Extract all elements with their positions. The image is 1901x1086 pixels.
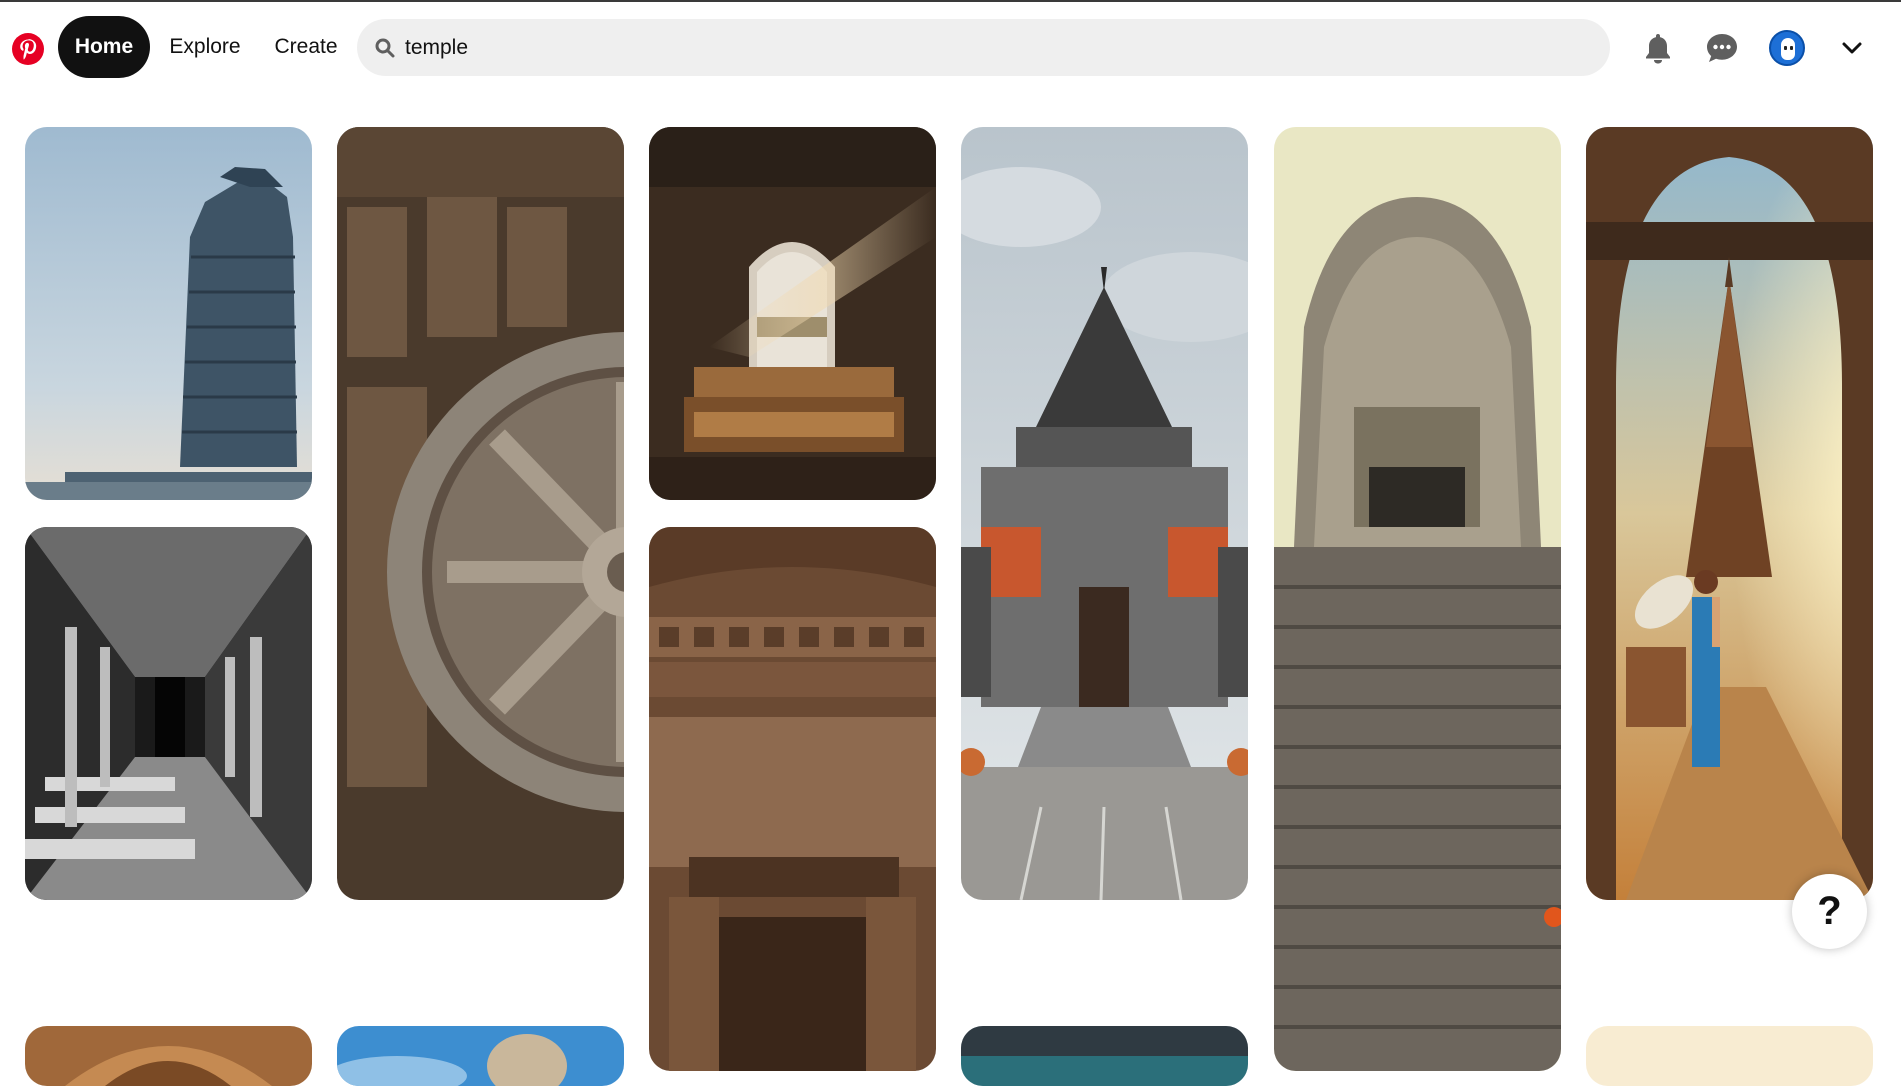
pin-gopuram-tower[interactable] [25, 127, 312, 500]
pinterest-logo[interactable] [11, 32, 45, 66]
pin-arch-ceiling-partial[interactable] [25, 1026, 312, 1086]
pin-pillared-corridor-bw[interactable] [25, 527, 312, 900]
messages-button[interactable] [1698, 24, 1746, 72]
pin-khmer-stone-tower[interactable] [1274, 127, 1561, 1071]
search-bar[interactable] [357, 19, 1610, 76]
nav-explore[interactable]: Explore [155, 16, 255, 78]
nav-create[interactable]: Create [262, 16, 350, 78]
chevron-down-icon [1842, 42, 1862, 54]
avatar [1769, 30, 1805, 66]
pin-teal-roof-partial[interactable] [961, 1026, 1248, 1086]
pin-konark-wheel[interactable] [337, 127, 624, 900]
nav-home[interactable]: Home [58, 16, 150, 78]
profile-button[interactable] [1763, 24, 1811, 72]
pin-arched-doorway-light[interactable] [649, 127, 936, 500]
search-input[interactable] [403, 19, 1583, 76]
pin-cream-partial[interactable] [1586, 1026, 1873, 1086]
chat-icon [1707, 34, 1737, 62]
pin-blue-sky-statue-partial[interactable] [337, 1026, 624, 1086]
bell-icon [1646, 34, 1670, 64]
account-menu-button[interactable] [1828, 24, 1876, 72]
notifications-button[interactable] [1634, 24, 1682, 72]
help-button[interactable]: ? [1792, 874, 1867, 949]
pin-woman-umbrella-temple[interactable] [1586, 127, 1873, 900]
pin-grid [0, 98, 1901, 1086]
pin-carved-stone-interior[interactable] [649, 527, 936, 1071]
top-navigation-bar: Home Explore Create [0, 0, 1901, 98]
pin-balinese-temple-gate[interactable] [961, 127, 1248, 900]
search-icon [375, 38, 395, 58]
